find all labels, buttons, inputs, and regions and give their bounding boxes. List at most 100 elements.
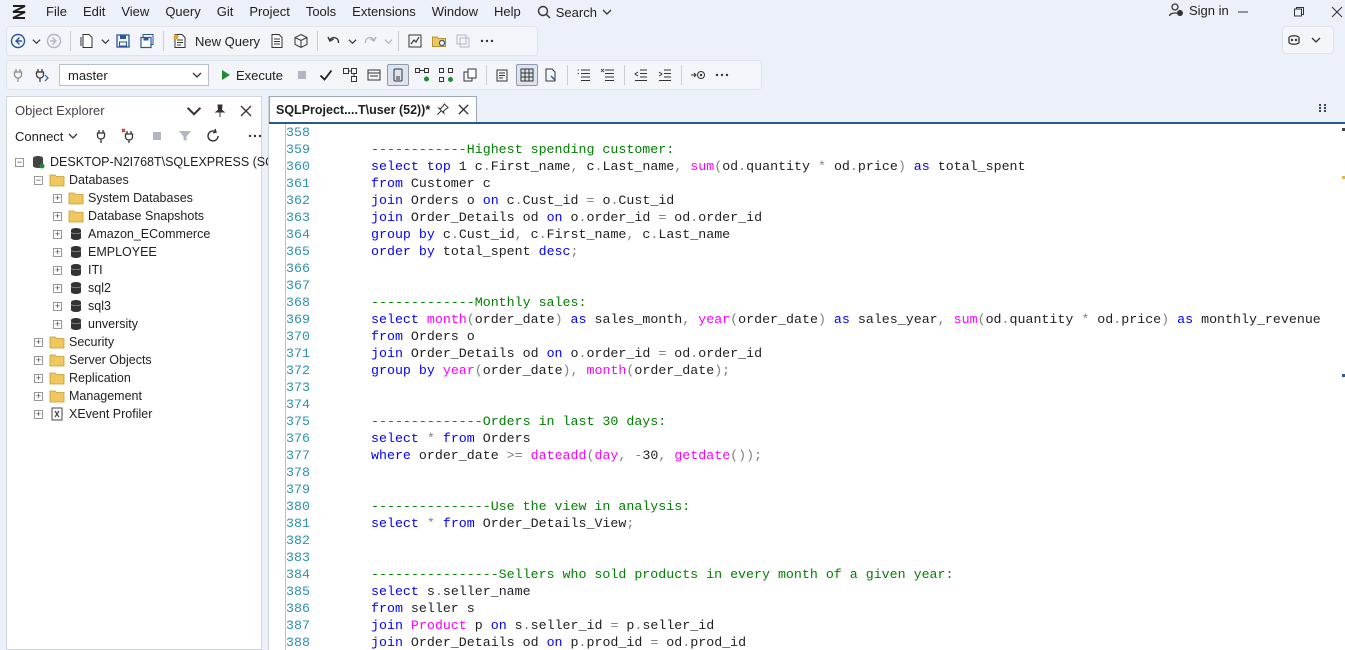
- disconnect-button[interactable]: [118, 125, 140, 147]
- forward-button[interactable]: [43, 30, 65, 52]
- connect-button[interactable]: [7, 64, 29, 86]
- expand-toggle[interactable]: +: [53, 211, 62, 221]
- code-editor[interactable]: 358 359 ------------Highest spending custo…: [269, 122, 1345, 650]
- oe-more-button[interactable]: [244, 125, 266, 147]
- results-to-file-button[interactable]: [540, 64, 562, 86]
- object-explorer-details-button[interactable]: [428, 30, 450, 52]
- tree-node-management[interactable]: + Management: [7, 387, 261, 405]
- analysis-query-button[interactable]: [290, 30, 312, 52]
- menu-file[interactable]: File: [38, 1, 75, 23]
- save-all-button[interactable]: [136, 30, 158, 52]
- change-connection-button[interactable]: [31, 64, 53, 86]
- expand-toggle[interactable]: +: [34, 355, 43, 365]
- menu-edit[interactable]: Edit: [75, 1, 113, 23]
- registered-servers-button[interactable]: [452, 30, 474, 52]
- live-query-statistics-button[interactable]: [435, 64, 457, 86]
- expand-toggle[interactable]: +: [34, 409, 43, 419]
- restore-button[interactable]: [1288, 2, 1310, 22]
- query-options-button[interactable]: [363, 64, 385, 86]
- expand-toggle[interactable]: +: [34, 391, 43, 401]
- redo-dropdown[interactable]: [383, 37, 393, 46]
- expand-toggle[interactable]: +: [53, 247, 62, 257]
- tree-node-system-databases[interactable]: + System Databases: [7, 189, 261, 207]
- new-project-button[interactable]: [76, 30, 98, 52]
- menu-help[interactable]: Help: [486, 1, 529, 23]
- stop-button[interactable]: [146, 125, 168, 147]
- connect-object-explorer-button[interactable]: [90, 125, 112, 147]
- copilot-button[interactable]: [1283, 29, 1305, 51]
- tree-node-database-snapshots[interactable]: + Database Snapshots: [7, 207, 261, 225]
- expand-toggle[interactable]: +: [53, 319, 62, 329]
- refresh-button[interactable]: [202, 125, 224, 147]
- connect-dropdown[interactable]: Connect: [15, 129, 78, 144]
- menu-view[interactable]: View: [113, 1, 157, 23]
- tree-node-server-objects[interactable]: + Server Objects: [7, 351, 261, 369]
- close-tab-icon[interactable]: [457, 103, 470, 116]
- cancel-query-button[interactable]: [291, 64, 313, 86]
- tree-node-xevent-profiler[interactable]: + XEvent Profiler: [7, 405, 261, 423]
- tree-node-databases[interactable]: − Databases: [7, 171, 261, 189]
- expand-toggle[interactable]: +: [53, 229, 62, 239]
- increase-indent-button[interactable]: [654, 64, 676, 86]
- menu-query[interactable]: Query: [157, 1, 208, 23]
- activity-monitor-button[interactable]: [404, 30, 426, 52]
- available-databases-select[interactable]: master: [59, 64, 209, 86]
- copilot-dropdown[interactable]: [1305, 35, 1327, 45]
- toolbar-more-button[interactable]: [711, 64, 733, 86]
- tree-node-iti[interactable]: + ITI: [7, 261, 261, 279]
- new-query-button[interactable]: New Query: [193, 34, 264, 49]
- new-query-icon-button[interactable]: [169, 30, 191, 52]
- panel-options-button[interactable]: [183, 100, 205, 122]
- more-options-button[interactable]: [476, 30, 498, 52]
- sign-in-button[interactable]: Sign in: [1168, 2, 1229, 18]
- undo-button[interactable]: [323, 30, 345, 52]
- menu-window[interactable]: Window: [424, 1, 486, 23]
- menu-project[interactable]: Project: [241, 1, 297, 23]
- close-window-button[interactable]: [1326, 2, 1345, 22]
- close-panel-button[interactable]: [235, 100, 257, 122]
- expand-toggle[interactable]: +: [34, 373, 43, 383]
- tab-overflow-button[interactable]: [1318, 102, 1328, 117]
- expand-toggle[interactable]: +: [53, 265, 62, 275]
- database-engine-query-button[interactable]: [266, 30, 288, 52]
- menu-git[interactable]: Git: [209, 1, 242, 23]
- new-project-dropdown[interactable]: [100, 37, 110, 46]
- expand-toggle[interactable]: +: [53, 301, 62, 311]
- display-estimated-plan-button[interactable]: [339, 64, 361, 86]
- filter-button[interactable]: [174, 125, 196, 147]
- undo-dropdown[interactable]: [347, 37, 357, 46]
- pin-panel-button[interactable]: [209, 100, 231, 122]
- expand-toggle[interactable]: +: [53, 193, 62, 203]
- results-to-text-button[interactable]: [492, 64, 514, 86]
- query-document-tab[interactable]: SQLProject....T\user (52))*: [269, 96, 477, 122]
- decrease-indent-button[interactable]: [630, 64, 652, 86]
- tree-node-sql2[interactable]: + sql2: [7, 279, 261, 297]
- uncomment-button[interactable]: [597, 64, 619, 86]
- back-dropdown[interactable]: [31, 37, 41, 46]
- execute-button[interactable]: Execute: [215, 68, 289, 83]
- search-menu[interactable]: Search: [529, 5, 620, 20]
- back-button[interactable]: [7, 30, 29, 52]
- intellisense-toggle[interactable]: [386, 64, 409, 86]
- expand-toggle[interactable]: +: [53, 283, 62, 293]
- include-actual-plan-button[interactable]: [411, 64, 433, 86]
- collapse-toggle[interactable]: −: [34, 175, 43, 185]
- menu-tools[interactable]: Tools: [298, 1, 344, 23]
- parse-button[interactable]: [315, 64, 337, 86]
- expand-toggle[interactable]: +: [34, 337, 43, 347]
- redo-button[interactable]: [359, 30, 381, 52]
- collapse-toggle[interactable]: −: [15, 157, 24, 167]
- menu-extensions[interactable]: Extensions: [344, 1, 424, 23]
- tree-node-replication[interactable]: + Replication: [7, 369, 261, 387]
- tree-node-server[interactable]: − DESKTOP-N2I768T\SQLEXPRESS (SQL Se: [7, 153, 300, 171]
- tree-node-security[interactable]: + Security: [7, 333, 261, 351]
- ssms-logo-icon[interactable]: [9, 2, 29, 22]
- tree-node-employee[interactable]: + EMPLOYEE: [7, 243, 261, 261]
- save-button[interactable]: [112, 30, 134, 52]
- tree-node-amazon-ecommerce[interactable]: + Amazon_ECommerce: [7, 225, 261, 243]
- tree-node-sql3[interactable]: + sql3: [7, 297, 261, 315]
- client-statistics-button[interactable]: [459, 64, 481, 86]
- results-to-grid-button[interactable]: [515, 64, 538, 86]
- comment-out-button[interactable]: [573, 64, 595, 86]
- minimize-button[interactable]: [1232, 2, 1254, 22]
